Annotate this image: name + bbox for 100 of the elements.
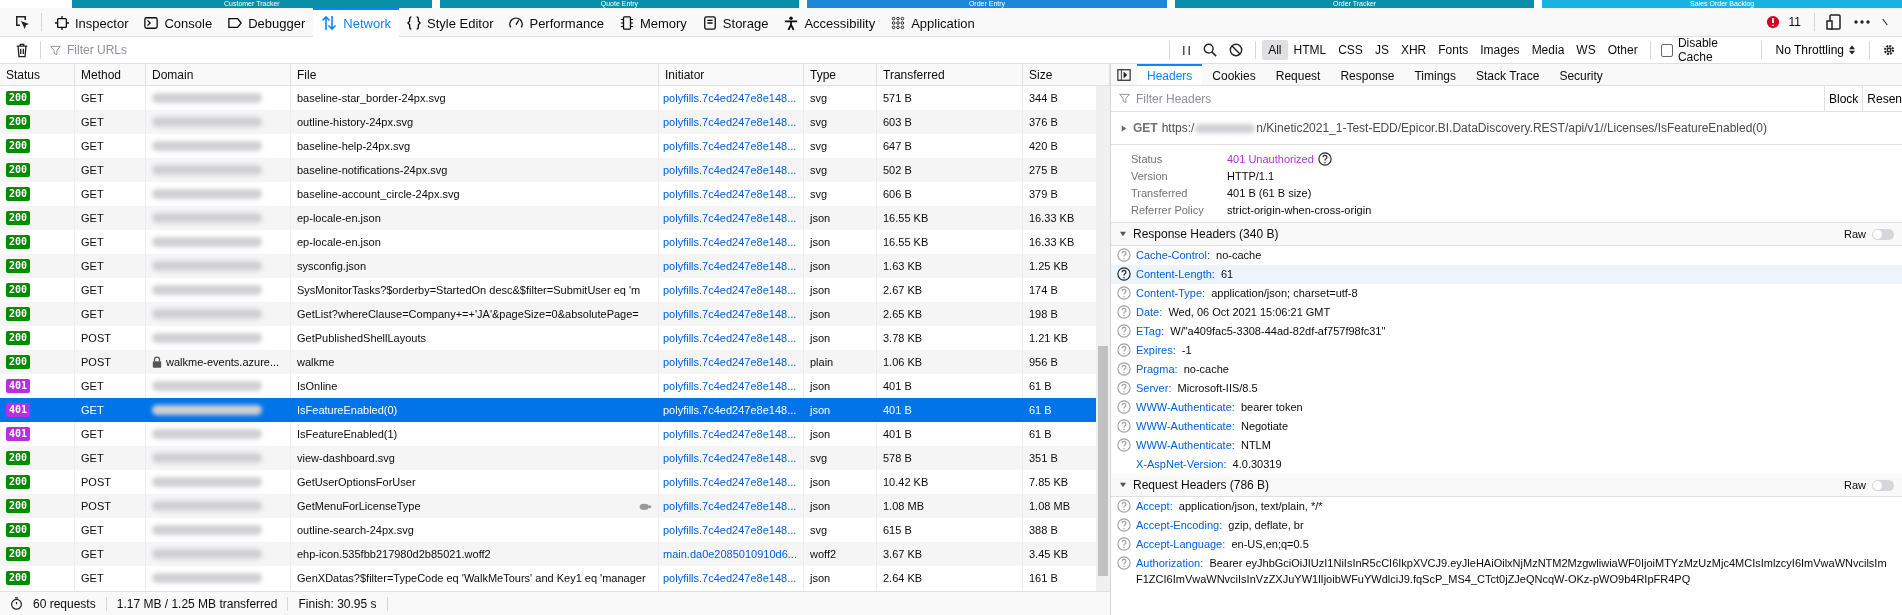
type-filter-button[interactable]: Images [1474, 40, 1526, 60]
pause-icon[interactable] [1182, 44, 1192, 56]
expand-triangle-icon[interactable] [1121, 124, 1127, 132]
request-row[interactable]: 200 GET outline-history-24px.svg polyfills.7c4ed247e8e148... svg 603 B 376 B [0, 110, 1096, 134]
details-tab[interactable]: Response [1330, 64, 1405, 85]
column-header[interactable]: Method [75, 64, 146, 85]
details-tab[interactable]: Stack Trace [1466, 64, 1550, 85]
request-row[interactable]: 200 GET GetList?whereClause=Company+=+'JA'&pageSize=0&absolutePage= polyfills.7c4ed247e8e148... json 2.65 KB 198 B [0, 302, 1096, 326]
devtools-tab[interactable]: Accessibility [776, 7, 884, 37]
type-filter-button[interactable]: JS [1368, 40, 1395, 60]
resend-button[interactable]: Resen [1862, 86, 1902, 111]
initiator-link[interactable]: polyfills.7c4ed247e8e148... [663, 500, 797, 512]
filter-urls-field[interactable]: Filter URLs [65, 42, 1164, 58]
initiator-link[interactable]: polyfills.7c4ed247e8e148... [663, 380, 797, 392]
devtools-tab[interactable]: Style Editor [399, 7, 502, 37]
collapse-triangle-icon[interactable] [1119, 231, 1127, 237]
initiator-link[interactable]: polyfills.7c4ed247e8e148... [663, 308, 797, 320]
type-filter-button[interactable]: Other [1601, 40, 1644, 60]
request-row[interactable]: 200 GET baseline-notifications-24px.svg polyfills.7c4ed247e8e148... svg 502 B 275 B [0, 158, 1096, 182]
raw-toggle[interactable] [1872, 479, 1894, 491]
initiator-link[interactable]: polyfills.7c4ed247e8e148... [663, 164, 797, 176]
request-row[interactable]: 200 GET view-dashboard.svg polyfills.7c4ed247e8e148... svg 578 B 351 B [0, 446, 1096, 470]
initiator-link[interactable]: polyfills.7c4ed247e8e148... [663, 140, 797, 152]
details-tab[interactable]: Timings [1404, 64, 1467, 85]
details-tab[interactable]: Headers [1137, 64, 1203, 85]
request-row[interactable]: 200 POST GetMenuForLicenseType polyfills.7c4ed247e8e148... json 1.08 MB 1.08 MB [0, 494, 1096, 518]
initiator-link[interactable]: main.da0e2085010910d6... [663, 548, 797, 560]
devtools-tab[interactable]: Debugger [220, 7, 314, 37]
request-row[interactable]: 200 GET GenXDatas?$filter=TypeCode eq 'WalkMeTours' and Key1 eq 'manager polyfills.7c4ed247e8e148... json 2.64 KB 161 B [0, 566, 1096, 590]
initiator-link[interactable]: polyfills.7c4ed247e8e148... [663, 524, 797, 536]
request-row[interactable]: 200 GET ep-locale-en.json polyfills.7c4ed247e8e148... json 16.55 KB 16.33 KB [0, 206, 1096, 230]
initiator-link[interactable]: polyfills.7c4ed247e8e148... [663, 404, 797, 416]
details-tab[interactable]: Request [1265, 64, 1331, 85]
column-header[interactable]: Size [1023, 64, 1110, 85]
error-icon[interactable] [1765, 15, 1780, 29]
type-filter-button[interactable]: WS [1570, 40, 1602, 60]
search-icon[interactable] [1203, 43, 1218, 57]
devtools-tab[interactable]: Memory [611, 7, 695, 37]
highlighted-header-row[interactable]: Content-Length: 61 [1111, 265, 1902, 284]
trash-icon[interactable] [15, 42, 29, 58]
initiator-link[interactable]: polyfills.7c4ed247e8e148... [663, 260, 797, 272]
initiator-link[interactable]: polyfills.7c4ed247e8e148... [663, 332, 797, 344]
scrollbar-thumb[interactable] [1098, 346, 1108, 576]
resource-size: 351 B [1029, 452, 1058, 464]
devtools-tab[interactable]: Console [136, 7, 221, 37]
initiator-link[interactable]: polyfills.7c4ed247e8e148... [663, 236, 797, 248]
devtools-tab[interactable]: Inspector [47, 7, 137, 37]
responsive-design-icon[interactable] [1826, 14, 1842, 30]
column-header[interactable]: File [291, 64, 659, 85]
column-header[interactable]: Transferred [877, 64, 1023, 85]
storage-icon [702, 16, 717, 30]
initiator-link[interactable]: polyfills.7c4ed247e8e148... [663, 452, 797, 464]
raw-toggle[interactable] [1872, 228, 1894, 240]
transferred-size: 571 B [883, 92, 912, 104]
content-type: json [810, 308, 831, 320]
type-filter-button[interactable]: HTML [1287, 40, 1333, 60]
block-icon[interactable] [1229, 43, 1244, 57]
type-filter-button[interactable]: All [1262, 40, 1288, 60]
collapse-triangle-icon[interactable] [1119, 482, 1127, 488]
element-picker-icon[interactable] [14, 14, 30, 30]
initiator-link[interactable]: polyfills.7c4ed247e8e148... [663, 212, 797, 224]
details-tab[interactable]: Cookies [1202, 64, 1266, 85]
more-options-icon[interactable] [1854, 20, 1870, 24]
initiator-link[interactable]: polyfills.7c4ed247e8e148... [663, 356, 797, 368]
devtools-tab[interactable]: Application [883, 7, 983, 37]
request-row[interactable]: 401 GET IsFeatureEnabled(0) polyfills.7c4ed247e8e148... json 401 B 61 B [0, 398, 1096, 422]
request-row[interactable]: 200 GET sysconfig.json polyfills.7c4ed247e8e148... json 1.63 KB 1.25 KB [0, 254, 1096, 278]
initiator-link[interactable]: polyfills.7c4ed247e8e148... [663, 572, 797, 584]
type-filter-button[interactable]: CSS [1332, 40, 1369, 60]
disable-cache-checkbox[interactable] [1660, 43, 1673, 57]
initiator-link[interactable]: polyfills.7c4ed247e8e148... [663, 116, 797, 128]
block-button[interactable]: Block [1823, 86, 1863, 111]
devtools-tab[interactable]: Storage [694, 7, 777, 37]
throttling-dropdown[interactable]: No Throttling [1767, 43, 1863, 57]
section-title[interactable]: Request Headers (786 B) [1133, 478, 1270, 492]
type-filter-button[interactable]: XHR [1394, 40, 1433, 60]
initiator-link[interactable]: polyfills.7c4ed247e8e148... [663, 428, 797, 440]
column-header[interactable]: Initiator [659, 64, 804, 85]
help-icon[interactable] [1317, 151, 1332, 166]
column-header[interactable]: Type [804, 64, 877, 85]
request-row[interactable]: 200 GET ehp-icon.535fbb217980d2b85021.woff2 main.da0e2085010910d6... woff2 3.67 KB 3.45 KB [0, 542, 1096, 566]
filter-headers-field[interactable]: Filter Headers [1134, 90, 1824, 107]
initiator-link[interactable]: polyfills.7c4ed247e8e148... [663, 476, 797, 488]
initiator-link[interactable]: polyfills.7c4ed247e8e148... [663, 92, 797, 104]
scrollbar[interactable] [1096, 86, 1110, 591]
gear-icon[interactable] [1882, 43, 1896, 57]
help-icon[interactable] [1117, 267, 1131, 281]
error-count[interactable]: 11 [1788, 15, 1801, 29]
devtools-tab[interactable]: Performance [501, 7, 612, 37]
type-filter-button[interactable]: Media [1525, 40, 1571, 60]
initiator-link[interactable]: polyfills.7c4ed247e8e148... [663, 188, 797, 200]
initiator-link[interactable]: polyfills.7c4ed247e8e148... [663, 284, 797, 296]
column-header[interactable]: Status [0, 64, 75, 85]
type-filter-button[interactable]: Fonts [1432, 40, 1475, 60]
devtools-tab[interactable]: Network [313, 7, 399, 37]
request-row[interactable]: 200 POST walkme-events.azure... walkme polyfills.7c4ed247e8e148... plain 1.06 KB 956 B [0, 350, 1096, 374]
panel-toggle-icon[interactable] [1117, 67, 1131, 82]
details-tab[interactable]: Security [1549, 64, 1613, 85]
column-header[interactable]: Domain [146, 64, 291, 85]
section-title[interactable]: Response Headers (340 B) [1133, 227, 1279, 241]
